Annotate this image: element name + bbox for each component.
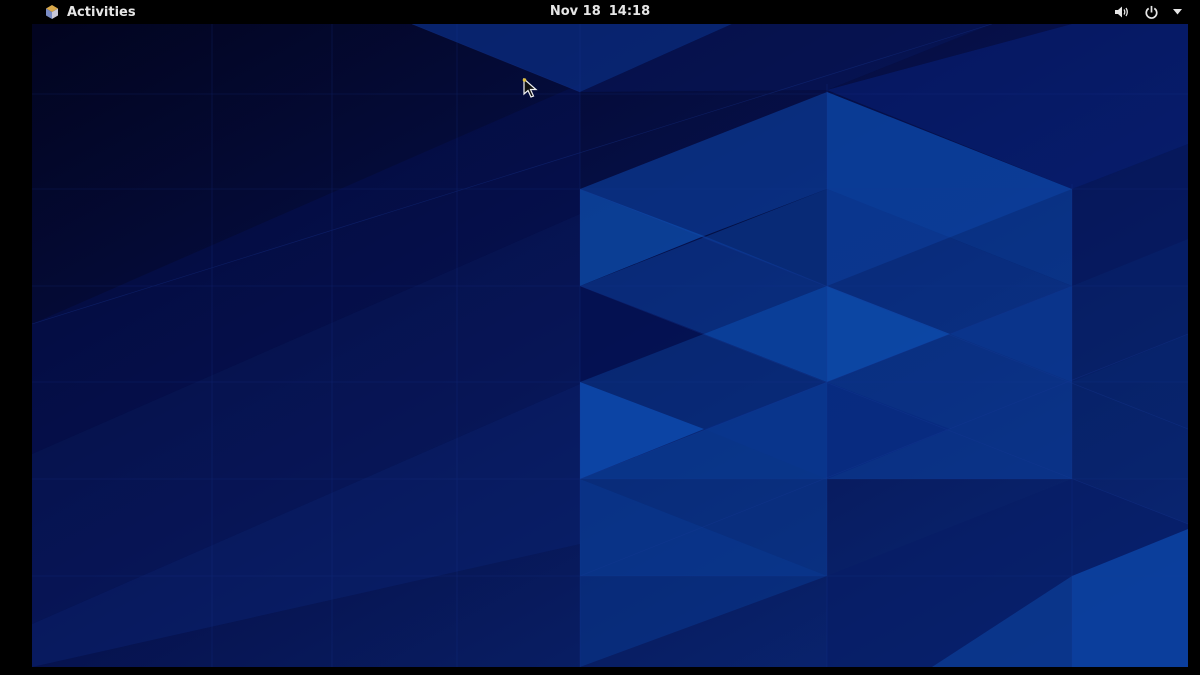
wallpaper-image <box>32 24 1188 667</box>
desktop-background[interactable] <box>32 24 1188 667</box>
top-panel: Activities Nov 18 14:18 <box>0 0 1200 24</box>
activities-button[interactable]: Activities <box>44 0 136 24</box>
activities-icon <box>46 5 58 19</box>
mouse-pointer-icon <box>522 78 538 98</box>
clock-time: 14:18 <box>608 4 651 19</box>
gnome-desktop-screen: Activities Nov 18 14:18 <box>0 0 1200 675</box>
clock-button[interactable]: Nov 18 14:18 <box>550 4 650 19</box>
clock-date: Nov 18 <box>549 4 601 19</box>
volume-icon <box>1115 6 1128 18</box>
clock: Nov 18 14:18 <box>0 0 1200 24</box>
dropdown-arrow-icon <box>1173 9 1182 15</box>
power-icon <box>1145 5 1158 19</box>
system-status-menu[interactable] <box>1114 0 1182 24</box>
activities-label: Activities <box>67 4 136 20</box>
